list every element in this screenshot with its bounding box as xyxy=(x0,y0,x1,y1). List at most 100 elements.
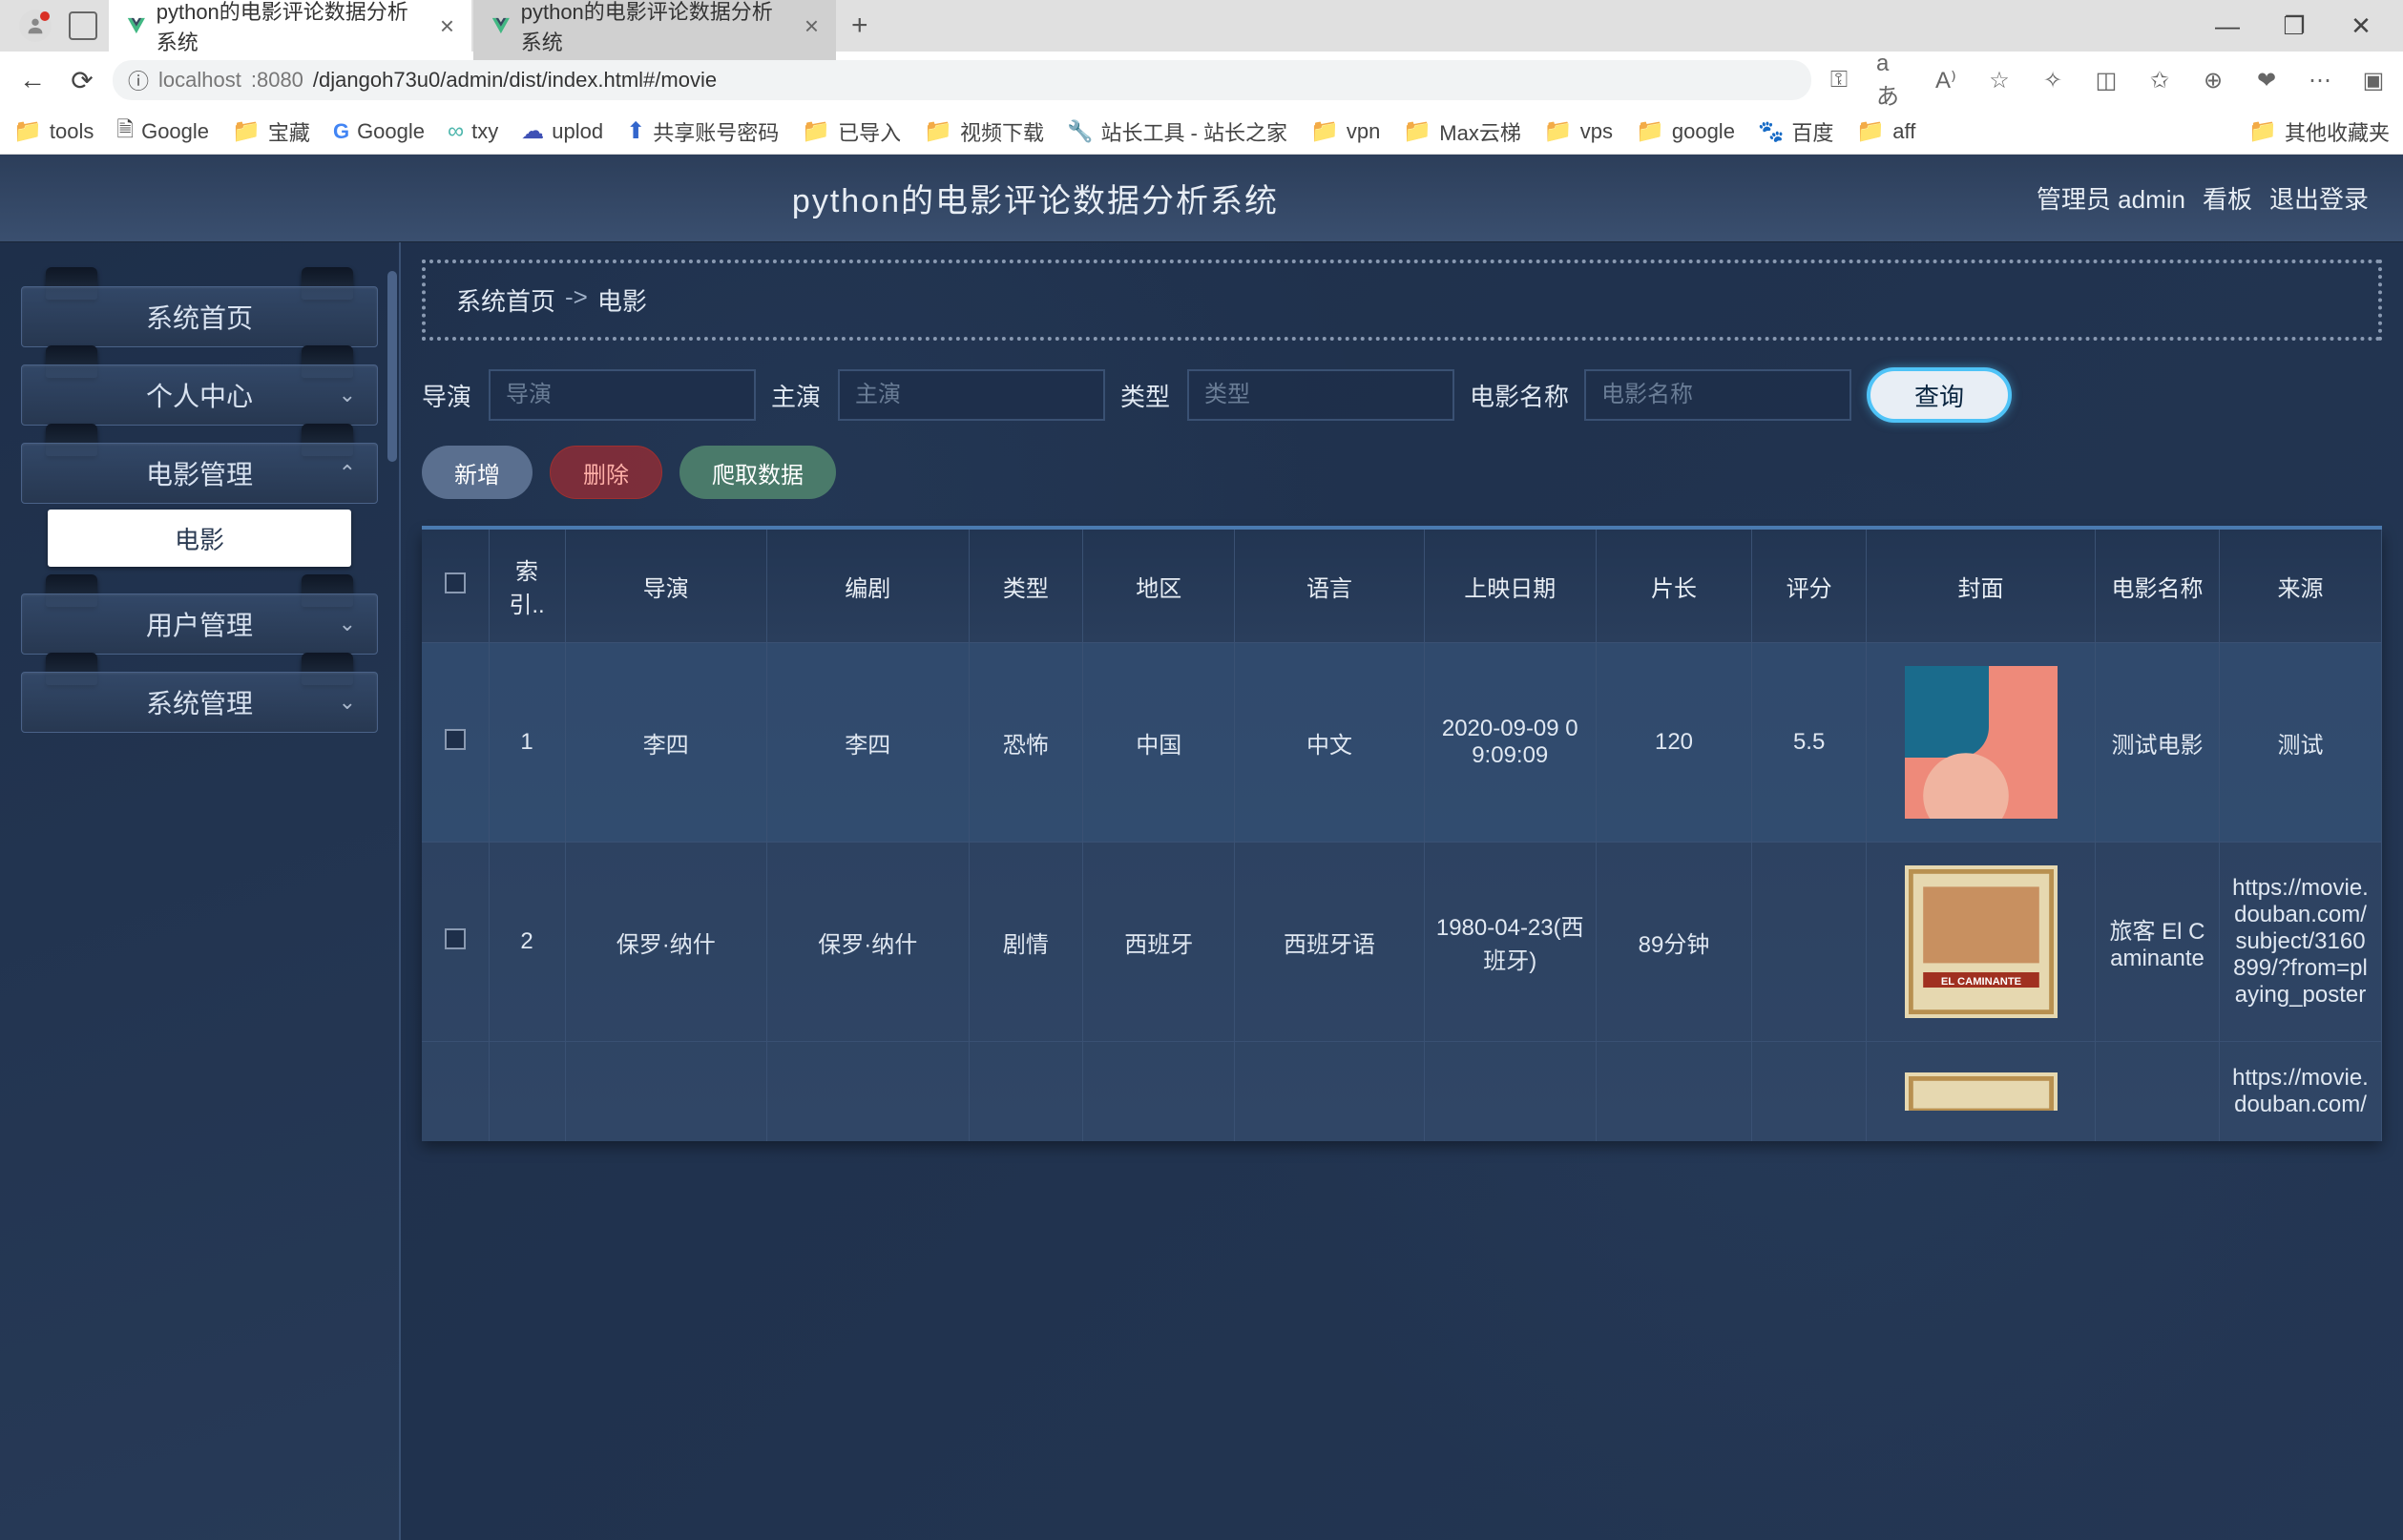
new-tab-button[interactable]: + xyxy=(838,10,882,42)
kanban-link[interactable]: 看板 xyxy=(2203,180,2252,216)
bookmark-max[interactable]: 📁Max云梯 xyxy=(1403,116,1520,147)
th-cover: 封面 xyxy=(1867,530,2096,643)
close-icon[interactable]: × xyxy=(804,11,819,41)
profile-avatar[interactable] xyxy=(19,10,52,42)
sidebar-item-personal[interactable]: 个人中心 ⌄ xyxy=(21,364,378,426)
vue-icon xyxy=(126,14,147,37)
tab-overview-button[interactable] xyxy=(69,11,97,40)
bookmark-import[interactable]: 📁已导入 xyxy=(802,116,901,147)
sync-icon[interactable]: ❤ xyxy=(2250,64,2283,96)
cover-image xyxy=(1905,1072,2058,1111)
cell-writer xyxy=(767,1042,970,1142)
filter-input-type[interactable] xyxy=(1187,369,1454,421)
more-icon[interactable]: ⋯ xyxy=(2304,64,2336,96)
th-duration: 片长 xyxy=(1596,530,1752,643)
sidebar-toggle-icon[interactable]: ◫ xyxy=(2090,64,2122,96)
collections-icon[interactable]: ⊕ xyxy=(2197,64,2229,96)
th-index: 索引.. xyxy=(489,530,565,643)
site-info-icon[interactable]: ⓘ xyxy=(128,65,149,95)
cell-date: 2020-09-09 09:09:09 xyxy=(1424,643,1596,843)
cell-rating: 5.5 xyxy=(1752,643,1867,843)
folder-icon: 📁 xyxy=(232,117,261,145)
url-path: /djangoh73u0/admin/dist/index.html#/movi… xyxy=(313,68,717,93)
tab-bar: python的电影评论数据分析系统 × python的电影评论数据分析系统 × … xyxy=(0,0,2403,52)
bookmark-zhanzhang[interactable]: 🔧站长工具 - 站长之家 xyxy=(1067,116,1287,147)
browser-tab-inactive[interactable]: python的电影评论数据分析系统 × xyxy=(473,0,836,66)
bookmark-baozang[interactable]: 📁宝藏 xyxy=(232,116,310,147)
bookmark-google[interactable]: 🗎Google xyxy=(116,114,209,150)
row-checkbox[interactable] xyxy=(445,928,466,949)
table-row[interactable]: 2 保罗·纳什 保罗·纳什 剧情 西班牙 西班牙语 1980-04-23(西班牙… xyxy=(422,843,2382,1042)
cell-date xyxy=(1424,1042,1596,1142)
app: python的电影评论数据分析系统 管理员 admin 看板 退出登录 系统首页… xyxy=(0,155,2403,1540)
user-label[interactable]: 管理员 admin xyxy=(2037,180,2185,216)
cell-writer: 李四 xyxy=(767,643,970,843)
table-row[interactable]: https://movie.douban.com/ xyxy=(422,1042,2382,1142)
table-row[interactable]: 1 李四 李四 恐怖 中国 中文 2020-09-09 09:09:09 120… xyxy=(422,643,2382,843)
cell-name: 测试电影 xyxy=(2096,643,2220,843)
th-lang: 语言 xyxy=(1235,530,1424,643)
bookmark-share[interactable]: ⬆共享账号密码 xyxy=(626,116,779,147)
table-header-row: 索引.. 导演 编剧 类型 地区 语言 上映日期 片长 评分 封面 电影名称 来… xyxy=(422,530,2382,643)
bookmark-video[interactable]: 📁视频下载 xyxy=(924,116,1044,147)
tab-title: python的电影评论数据分析系统 xyxy=(521,0,787,56)
logout-link[interactable]: 退出登录 xyxy=(2269,180,2369,216)
cell-rating xyxy=(1752,1042,1867,1142)
scrollbar-thumb[interactable] xyxy=(387,271,397,462)
close-window-button[interactable]: ✕ xyxy=(2342,7,2380,45)
window-controls-left xyxy=(8,10,109,42)
query-button[interactable]: 查询 xyxy=(1867,367,2012,423)
maximize-button[interactable]: ❐ xyxy=(2275,7,2313,45)
sidebar-item-user-mgr[interactable]: 用户管理 ⌄ xyxy=(21,593,378,655)
th-director: 导演 xyxy=(565,530,767,643)
bookmark-vpn[interactable]: 📁vpn xyxy=(1310,117,1380,145)
url-bar[interactable]: ⓘ localhost:8080/djangoh73u0/admin/dist/… xyxy=(113,60,1811,100)
extensions-icon[interactable]: ✧ xyxy=(2037,64,2069,96)
key-icon[interactable]: ⚿ xyxy=(1823,64,1855,96)
filter-label-type: 类型 xyxy=(1120,378,1178,413)
sidebar-item-movie-mgr[interactable]: 电影管理 ⌃ xyxy=(21,443,378,504)
cell-lang xyxy=(1235,1042,1424,1142)
filter-input-director[interactable] xyxy=(489,369,756,421)
bookmark-google2[interactable]: GGoogle xyxy=(333,119,425,144)
add-button[interactable]: 新增 xyxy=(422,446,533,499)
app-title: python的电影评论数据分析系统 xyxy=(34,175,2037,221)
filter-input-name[interactable] xyxy=(1584,369,1851,421)
breadcrumb-separator: -> xyxy=(565,282,588,318)
bookmark-baidu[interactable]: 🐾百度 xyxy=(1758,116,1833,147)
sidebar-item-sys-mgr[interactable]: 系统管理 ⌄ xyxy=(21,672,378,733)
cell-writer: 保罗·纳什 xyxy=(767,843,970,1042)
read-aloud-icon[interactable]: A⁾ xyxy=(1930,64,1962,96)
translate-icon[interactable]: aあ xyxy=(1876,64,1909,96)
main-content: 系统首页 -> 电影 导演 主演 类型 xyxy=(401,242,2403,1540)
action-row: 新增 删除 爬取数据 xyxy=(422,446,2382,499)
delete-button[interactable]: 删除 xyxy=(550,446,662,499)
sidebar-subitem-movie[interactable]: 电影 xyxy=(48,510,351,567)
cell-date: 1980-04-23(西班牙) xyxy=(1424,843,1596,1042)
minimize-button[interactable]: — xyxy=(2208,7,2246,45)
breadcrumb-home[interactable]: 系统首页 xyxy=(456,282,555,318)
favorites-bar-icon[interactable]: ✩ xyxy=(2143,64,2176,96)
back-button[interactable]: ← xyxy=(13,61,52,99)
favorite-icon[interactable]: ☆ xyxy=(1983,64,2016,96)
cell-index: 2 xyxy=(489,843,565,1042)
crawl-button[interactable]: 爬取数据 xyxy=(679,446,836,499)
select-all-checkbox[interactable] xyxy=(445,572,466,593)
bookmark-aff[interactable]: 📁aff xyxy=(1856,117,1915,145)
filter-label-name: 电影名称 xyxy=(1470,378,1575,413)
bookmark-tools[interactable]: 📁tools xyxy=(13,117,94,145)
refresh-button[interactable]: ⟳ xyxy=(63,61,101,99)
movie-table: 索引.. 导演 编剧 类型 地区 语言 上映日期 片长 评分 封面 电影名称 来… xyxy=(422,530,2382,1141)
bookmark-other[interactable]: 📁其他收藏夹 xyxy=(2248,116,2390,147)
folder-icon: 📁 xyxy=(2248,117,2277,145)
panel-icon[interactable]: ▣ xyxy=(2357,64,2390,96)
close-icon[interactable]: × xyxy=(440,11,454,41)
sidebar-item-home[interactable]: 系统首页 xyxy=(21,286,378,347)
bookmark-uplod[interactable]: ☁uplod xyxy=(521,117,603,145)
bookmark-google3[interactable]: 📁google xyxy=(1636,117,1735,145)
browser-tab-active[interactable]: python的电影评论数据分析系统 × xyxy=(109,0,471,66)
row-checkbox[interactable] xyxy=(445,729,466,750)
filter-input-actor[interactable] xyxy=(838,369,1105,421)
bookmark-txy[interactable]: ∞txy xyxy=(448,118,498,145)
bookmark-vps[interactable]: 📁vps xyxy=(1544,117,1613,145)
